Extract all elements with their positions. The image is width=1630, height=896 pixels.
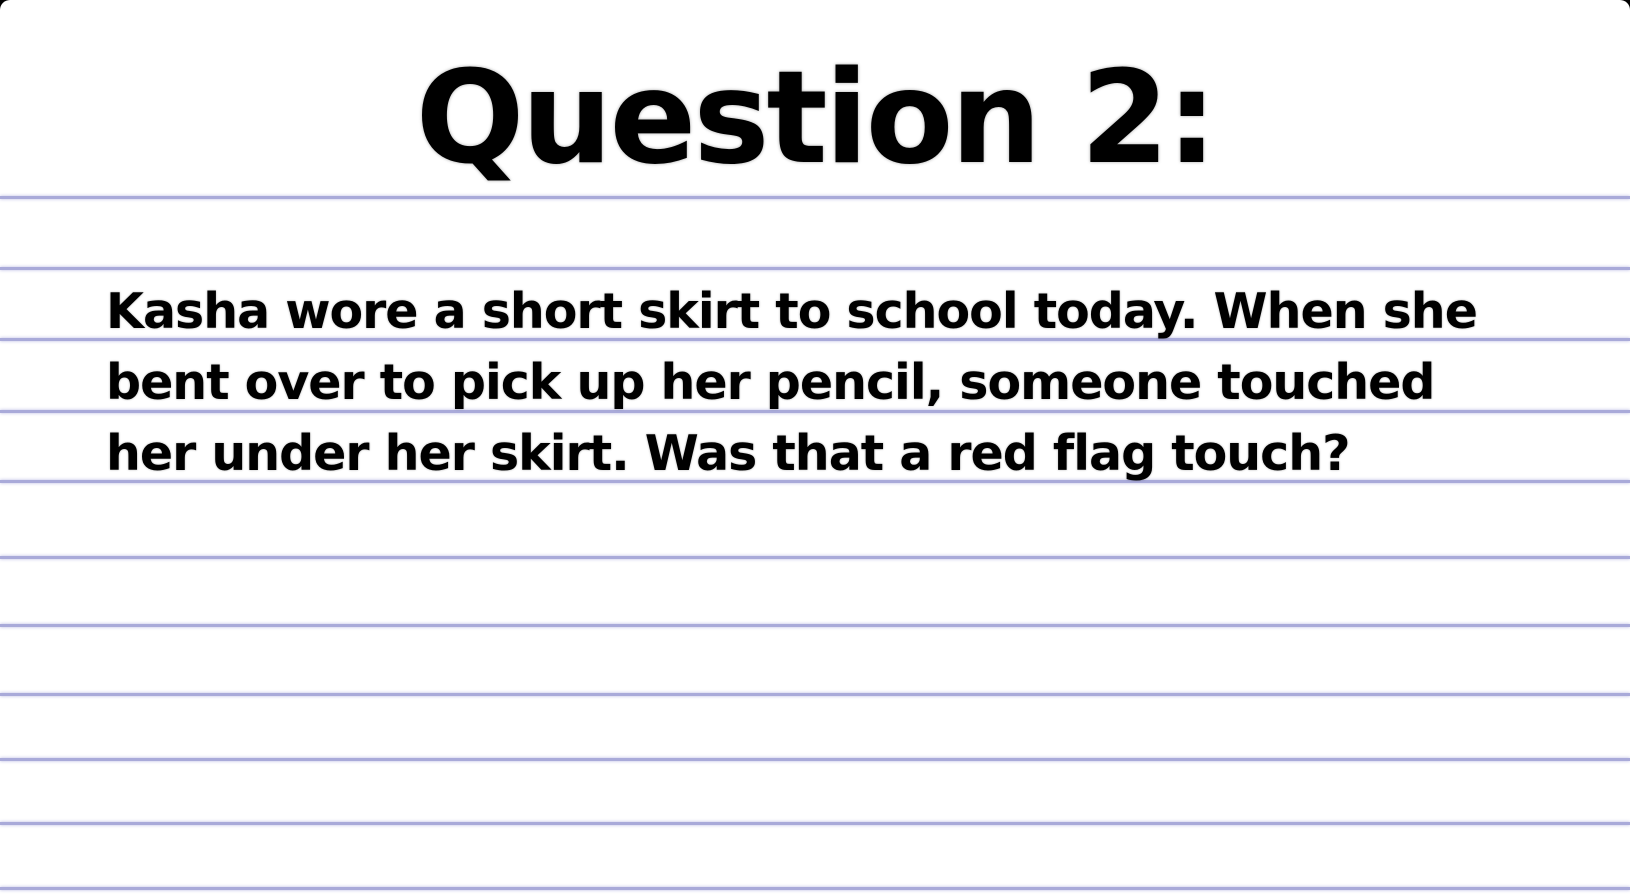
ruled-line bbox=[0, 822, 1630, 825]
slide: Question 2: Kasha wore a short skirt to … bbox=[0, 0, 1630, 896]
ruled-line bbox=[0, 887, 1630, 890]
slide-title: Question 2: bbox=[415, 44, 1218, 193]
question-text: Kasha wore a short skirt to school today… bbox=[106, 283, 1478, 482]
ruled-line bbox=[0, 196, 1630, 199]
ruled-line bbox=[0, 556, 1630, 559]
ruled-line bbox=[0, 758, 1630, 761]
ruled-line bbox=[0, 624, 1630, 627]
ruled-line bbox=[0, 693, 1630, 696]
ruled-line bbox=[0, 267, 1630, 270]
